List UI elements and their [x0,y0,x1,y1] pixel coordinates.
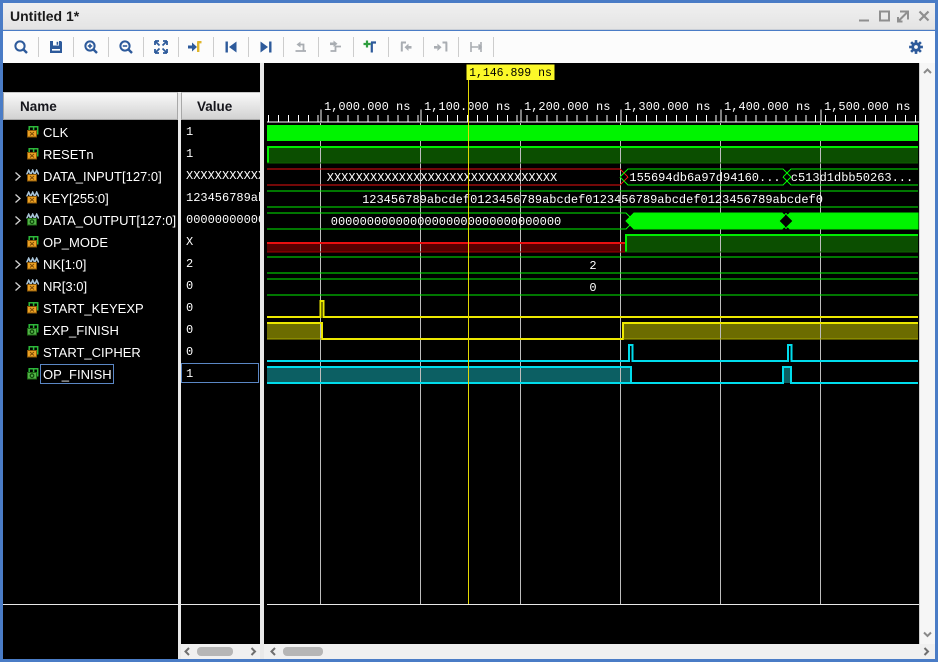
svg-text:0: 0 [589,281,596,295]
svg-text:155694db6a97d94160...: 155694db6a97d94160... [629,171,780,185]
svg-text:1,000.000 ns: 1,000.000 ns [324,100,410,114]
svg-text:000000000000000000000000000000: 00000000000000000000000000000000 [331,215,561,229]
svg-text:1,300.000 ns: 1,300.000 ns [624,100,710,114]
svg-text:123456789abcdef0123456789abcde: 123456789abcdef0123456789abcdef012345678… [362,193,823,207]
svg-text:XXXXXXXXXXXXXXXXXXXXXXXXXXXXXX: XXXXXXXXXXXXXXXXXXXXXXXXXXXXXXXX [327,171,557,185]
svg-text:1,500.000 ns: 1,500.000 ns [824,100,910,114]
svg-text:1,400.000 ns: 1,400.000 ns [724,100,810,114]
svg-text:1,200.000 ns: 1,200.000 ns [524,100,610,114]
svg-text:2: 2 [589,259,596,273]
svg-text:1,146.899 ns: 1,146.899 ns [469,67,552,80]
svg-text:c513d1dbb50263...: c513d1dbb50263... [791,171,913,185]
svg-text:1,100.000 ns: 1,100.000 ns [424,100,510,114]
